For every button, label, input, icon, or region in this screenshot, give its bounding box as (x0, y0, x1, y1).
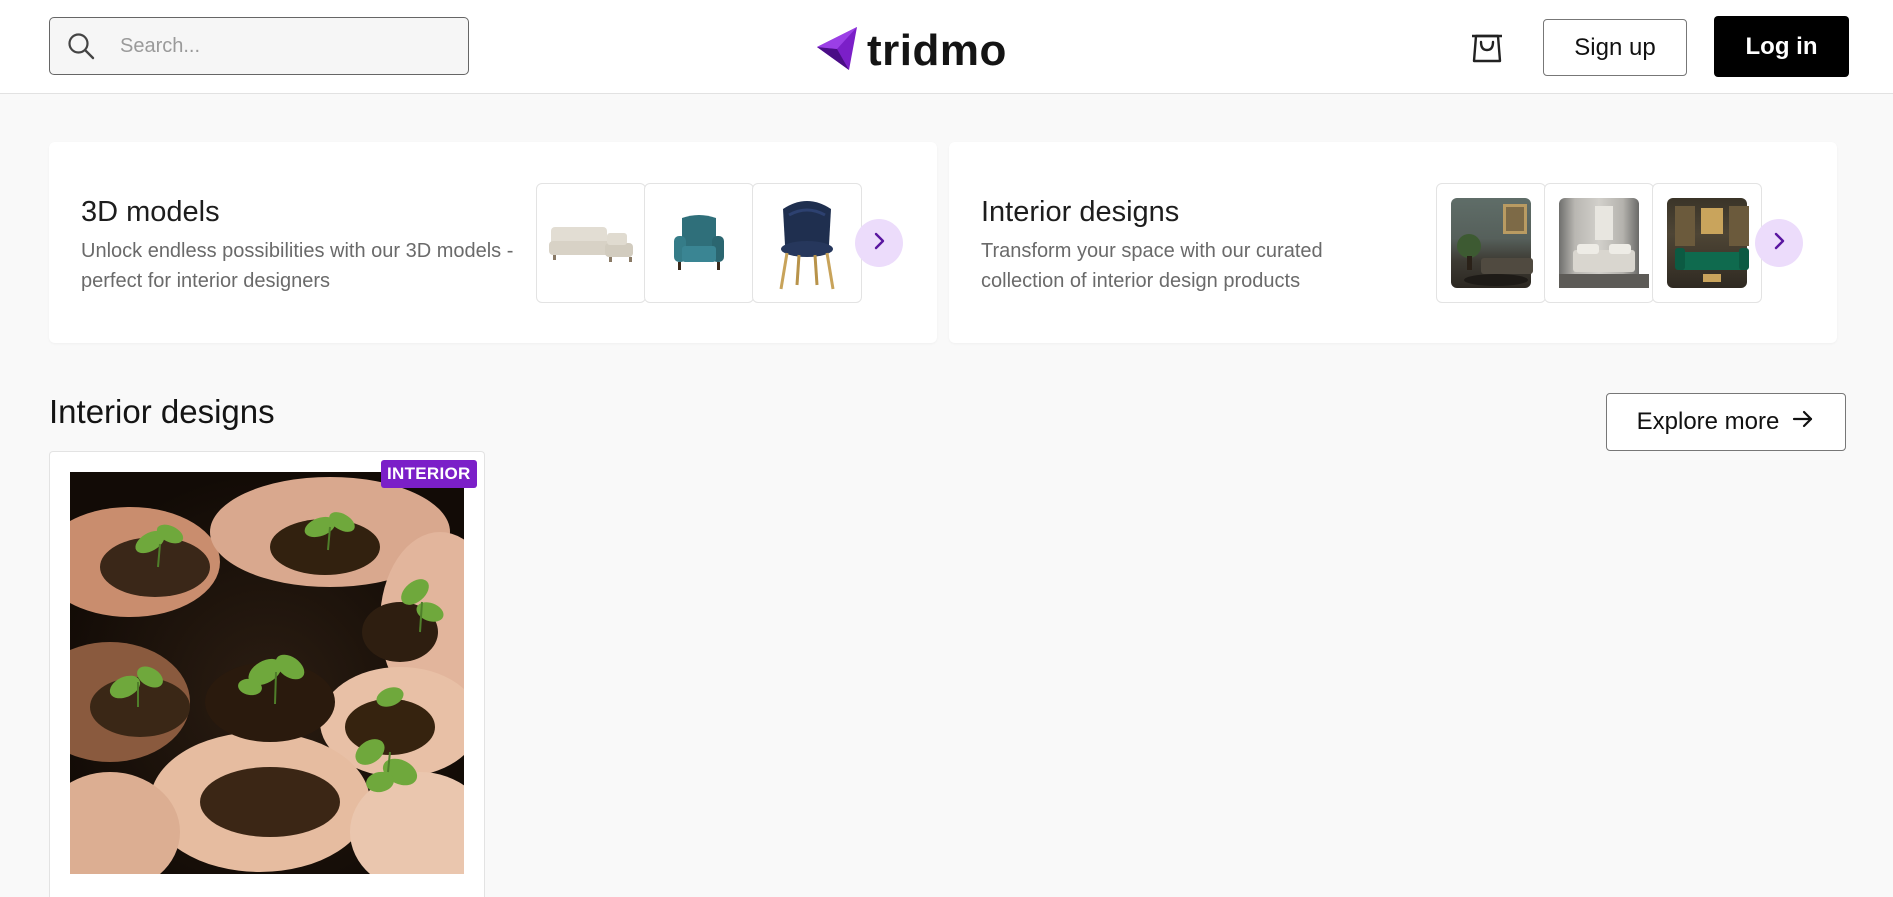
living-room-thumbnail[interactable] (1436, 183, 1546, 303)
next-arrow-button[interactable] (855, 219, 903, 267)
bedroom-thumbnail[interactable] (1544, 183, 1654, 303)
armchair-thumbnail[interactable] (644, 183, 754, 303)
tridmo-logo[interactable]: tridmo (817, 25, 1007, 76)
signup-button[interactable]: Sign up (1543, 19, 1687, 76)
product-card[interactable]: INTERIOR (49, 451, 485, 897)
section-title: Interior designs (49, 393, 275, 430)
chevron-right-icon (869, 231, 889, 256)
category-title: 3D models (81, 196, 220, 228)
category-title: Interior designs (981, 196, 1180, 228)
category-thumbnails (536, 183, 862, 303)
explore-more-button[interactable]: Explore more (1606, 393, 1846, 451)
sofa-thumbnail[interactable] (536, 183, 646, 303)
interior-badge: INTERIOR (381, 460, 477, 488)
top-header: tridmo Sign up Log in (0, 0, 1893, 94)
dining-chair-thumbnail[interactable] (752, 183, 862, 303)
lounge-thumbnail[interactable] (1652, 183, 1762, 303)
tridmo-logo-icon (817, 25, 859, 76)
logo-text: tridmo (867, 25, 1007, 75)
category-description: Unlock endless possibilities with our 3D… (81, 240, 514, 292)
hands-holding-seedlings-image[interactable] (70, 472, 464, 874)
category-card-3d-models[interactable]: 3D models Unlock endless possibilities w… (49, 142, 937, 343)
search-input[interactable] (120, 34, 440, 58)
category-description: Transform your space with our curated co… (981, 240, 1323, 292)
shopping-bag-icon[interactable] (1469, 27, 1505, 65)
next-arrow-button[interactable] (1755, 219, 1803, 267)
search-icon (66, 31, 96, 61)
category-card-interior-designs[interactable]: Interior designs Transform your space wi… (949, 142, 1837, 343)
search-bar[interactable] (49, 17, 469, 75)
arrow-right-icon (1791, 407, 1815, 438)
explore-more-label: Explore more (1636, 408, 1780, 435)
category-thumbnails (1436, 183, 1762, 303)
chevron-right-icon (1769, 231, 1789, 256)
login-button[interactable]: Log in (1714, 16, 1849, 77)
